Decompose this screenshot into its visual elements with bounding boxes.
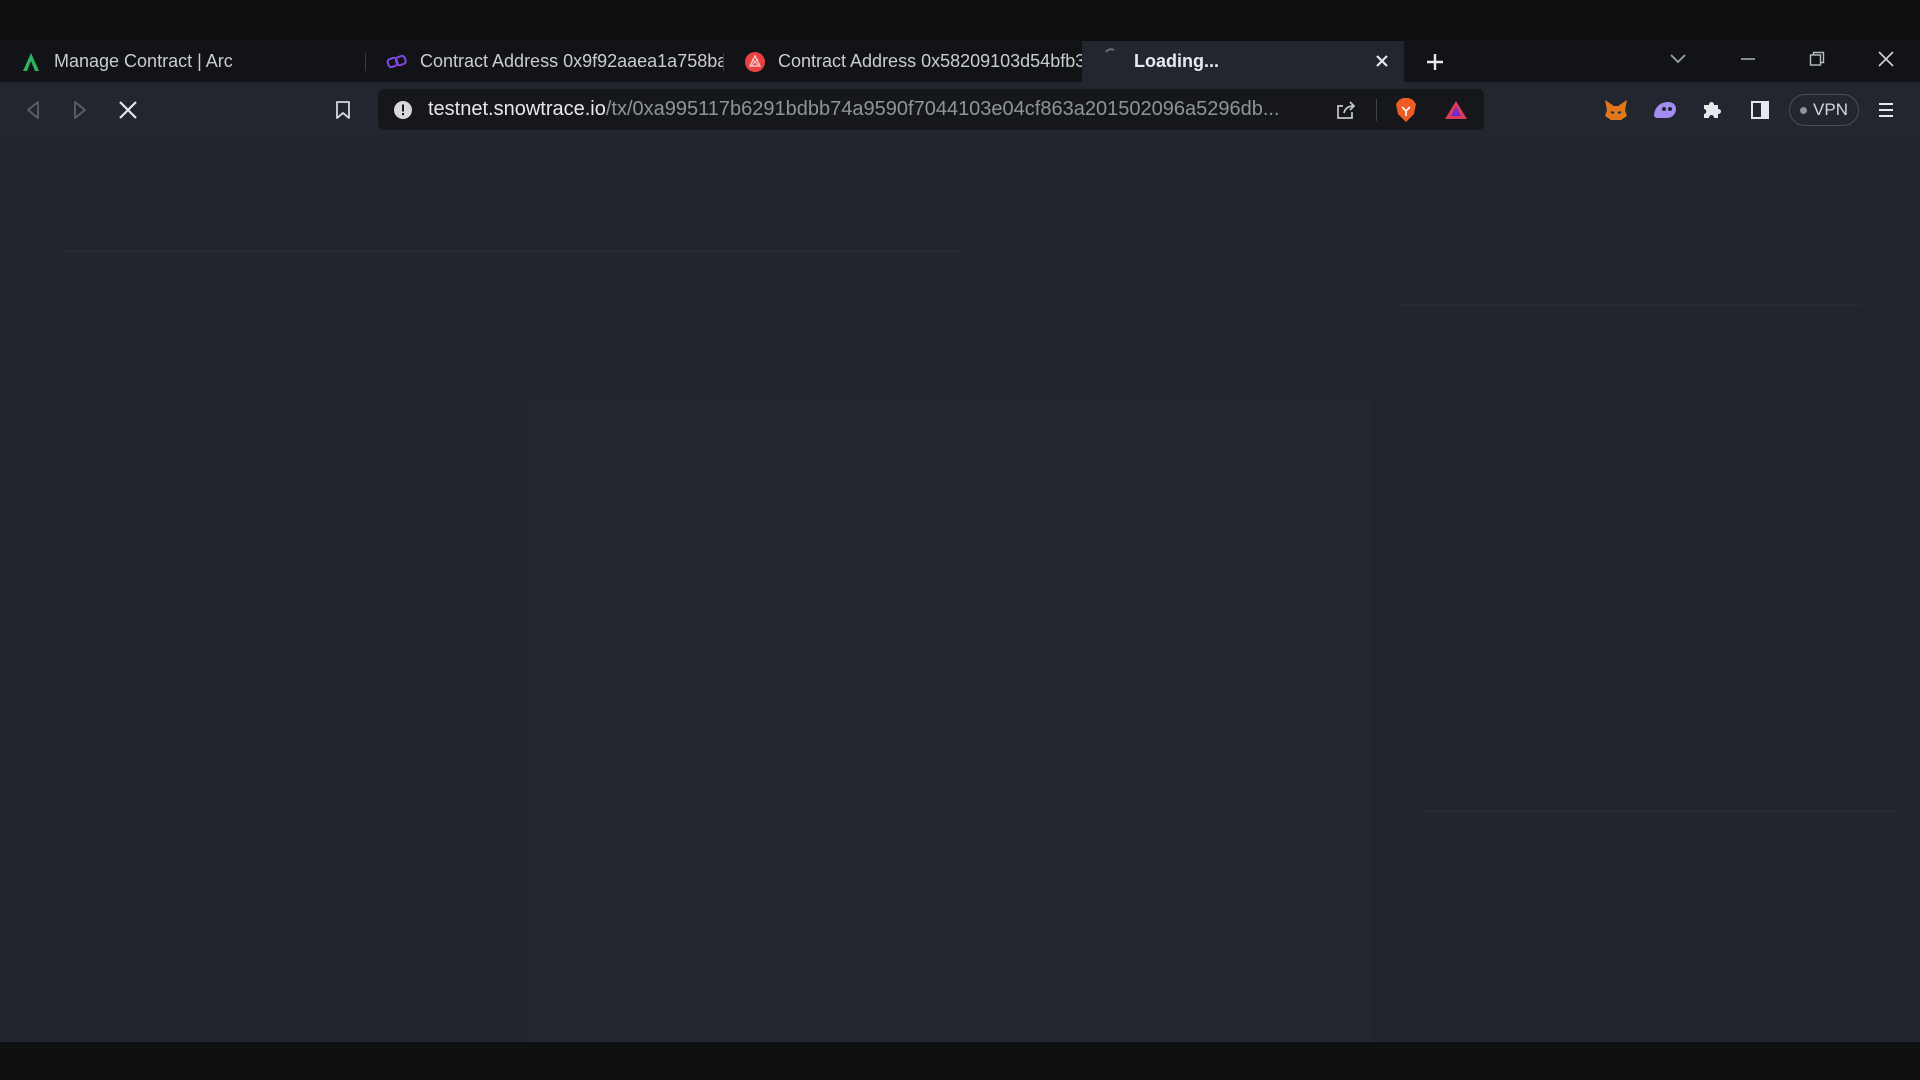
browser-window: Manage Contract | Arc Contract Address 0… [0,0,1920,1080]
sidebar-toggle-icon[interactable] [1742,92,1778,128]
tab-contract-address-2[interactable]: Contract Address 0x58209103d54bfb3 [724,41,1082,82]
url-text: testnet.snowtrace.io/tx/0xa995117b6291bd… [428,89,1290,130]
url-path: /tx/0xa995117b6291bdbb74a9590f7044103e04… [605,98,1280,120]
stop-loading-button[interactable] [110,92,146,128]
address-bar[interactable]: testnet.snowtrace.io/tx/0xa995117b6291bd… [378,89,1484,130]
ghost-header-line [60,250,960,252]
browser-toolbar: testnet.snowtrace.io/tx/0xa995117b6291bd… [0,82,1920,138]
close-icon[interactable] [1370,49,1394,73]
bookmark-icon[interactable] [325,92,361,128]
forward-button[interactable] [62,92,98,128]
address-bar-divider [1376,99,1377,121]
loading-icon [1100,47,1122,76]
vpn-label: VPN [1813,100,1848,119]
extensions-puzzle-icon[interactable] [1694,92,1730,128]
vpn-button[interactable]: VPN [1789,94,1859,126]
metamask-icon[interactable] [1598,92,1634,128]
brave-shields-icon[interactable] [1392,96,1420,124]
share-icon[interactable] [1333,98,1359,122]
ghost-content-block [528,398,1370,1048]
tab-title: Loading... [1134,51,1219,71]
site-info-icon[interactable] [392,99,414,121]
url-host: testnet.snowtrace.io [428,98,606,120]
menu-icon[interactable] [1868,92,1904,128]
new-tab-button[interactable] [1420,47,1450,77]
vpn-status-dot [1800,106,1808,114]
tab-search-button[interactable] [1650,41,1706,77]
page-content [0,138,1920,1048]
close-window-button[interactable] [1858,41,1914,77]
extension-wallet-icon[interactable] [1646,92,1682,128]
tab-manage-contract[interactable]: Manage Contract | Arc [0,41,366,82]
brave-rewards-icon[interactable] [1442,97,1470,123]
minimize-button[interactable] [1720,41,1776,77]
bottom-frame [0,1042,1920,1080]
tab-contract-address-1[interactable]: Contract Address 0x9f92aaea1a758ba [366,41,724,82]
tab-strip: Manage Contract | Arc Contract Address 0… [0,41,1920,82]
back-button[interactable] [15,92,51,128]
restore-button[interactable] [1789,41,1845,77]
arc-logo-icon [20,51,42,73]
tab-title: Contract Address 0x58209103d54bfb3 [778,51,1082,71]
ghost-divider [1420,810,1900,812]
tab-loading[interactable]: Loading... [1082,41,1404,82]
chain-link-icon [386,51,408,73]
ghost-header-line [1400,304,1860,306]
tab-title: Contract Address 0x9f92aaea1a758ba [420,51,724,71]
avalanche-icon [744,51,766,73]
tab-title: Manage Contract | Arc [54,51,233,71]
